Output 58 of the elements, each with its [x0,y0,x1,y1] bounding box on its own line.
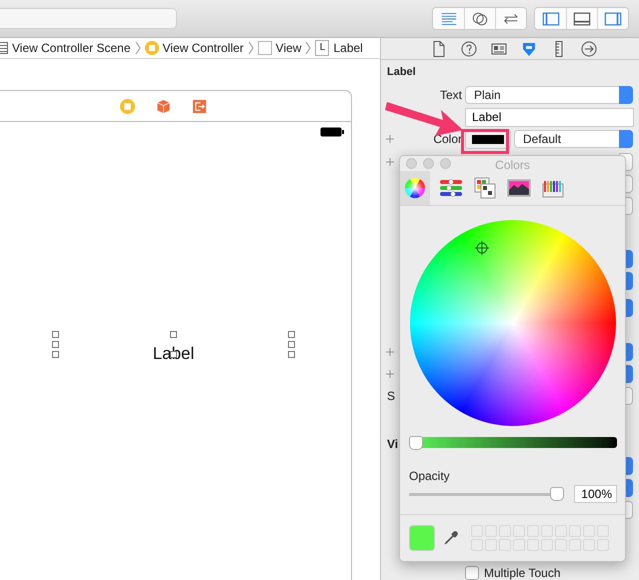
editor-segmented-control[interactable] [432,7,527,30]
color-popup[interactable]: Default [514,130,633,148]
palette-grid-icon [473,176,497,200]
resize-handle[interactable] [170,331,177,338]
battery-icon [320,127,344,137]
resize-handle[interactable] [170,351,177,358]
overlapping-circles-icon [471,10,489,28]
left-panel-icon [542,10,560,28]
cube-icon[interactable] [156,98,171,114]
chevron-icon [248,41,254,55]
brightness-slider[interactable] [409,437,617,448]
eyedropper-icon[interactable] [443,530,459,546]
view-controller-icon [144,41,159,55]
checkbox-label: Multiple Touch [484,566,560,580]
stepper-icon [619,130,633,148]
current-color-well[interactable] [409,525,435,551]
panel-segmented-control[interactable] [534,7,629,30]
field-label: Text [438,88,462,102]
help-icon [460,40,478,58]
right-panel-button[interactable] [597,8,628,29]
crosshair-icon[interactable] [474,241,488,256]
stepper-icon [619,86,633,104]
view-controller-icon[interactable] [120,98,135,114]
breadcrumb-item[interactable]: View Controller Scene [12,41,131,55]
slider-thumb[interactable] [409,436,423,450]
exit-icon[interactable] [192,98,207,114]
label-icon: L [315,40,330,56]
section-title: Vi [386,437,398,451]
breadcrumb-item[interactable]: View Controller [162,41,244,55]
help-tab[interactable] [460,40,478,58]
color-wheel-icon [403,176,427,200]
breadcrumb-item[interactable]: Label [333,41,363,55]
text-type-popup[interactable]: Plain [465,86,633,104]
opacity-field[interactable]: 100% [574,485,617,503]
chevron-icon [134,41,141,55]
view-icon [258,41,272,55]
slider-thumb[interactable] [550,487,564,501]
color-wheel-tab[interactable] [400,171,430,206]
plus-icon[interactable] [386,348,394,356]
section-title: Label [387,66,417,78]
plus-icon[interactable] [386,135,394,143]
arrow-circle-icon [580,40,598,58]
opacity-label: Opacity [409,469,451,483]
arrow-circle-tab[interactable] [580,40,598,58]
plus-icon[interactable] [386,370,394,378]
plus-icon[interactable] [386,158,394,166]
breadcrumb-item[interactable]: View [276,41,302,55]
window-title: Colors [494,158,531,172]
field-label: S [386,389,396,403]
right-panel-icon [604,10,622,28]
checkbox[interactable] [465,566,479,580]
chevron-icon [305,41,312,55]
field-label: Color [432,132,462,146]
text-field[interactable]: Label [465,108,634,126]
bottom-panel-icon [573,10,591,28]
two-arrows-button[interactable] [495,8,526,29]
opacity-slider[interactable] [409,487,564,501]
highlight-frame [461,129,509,154]
